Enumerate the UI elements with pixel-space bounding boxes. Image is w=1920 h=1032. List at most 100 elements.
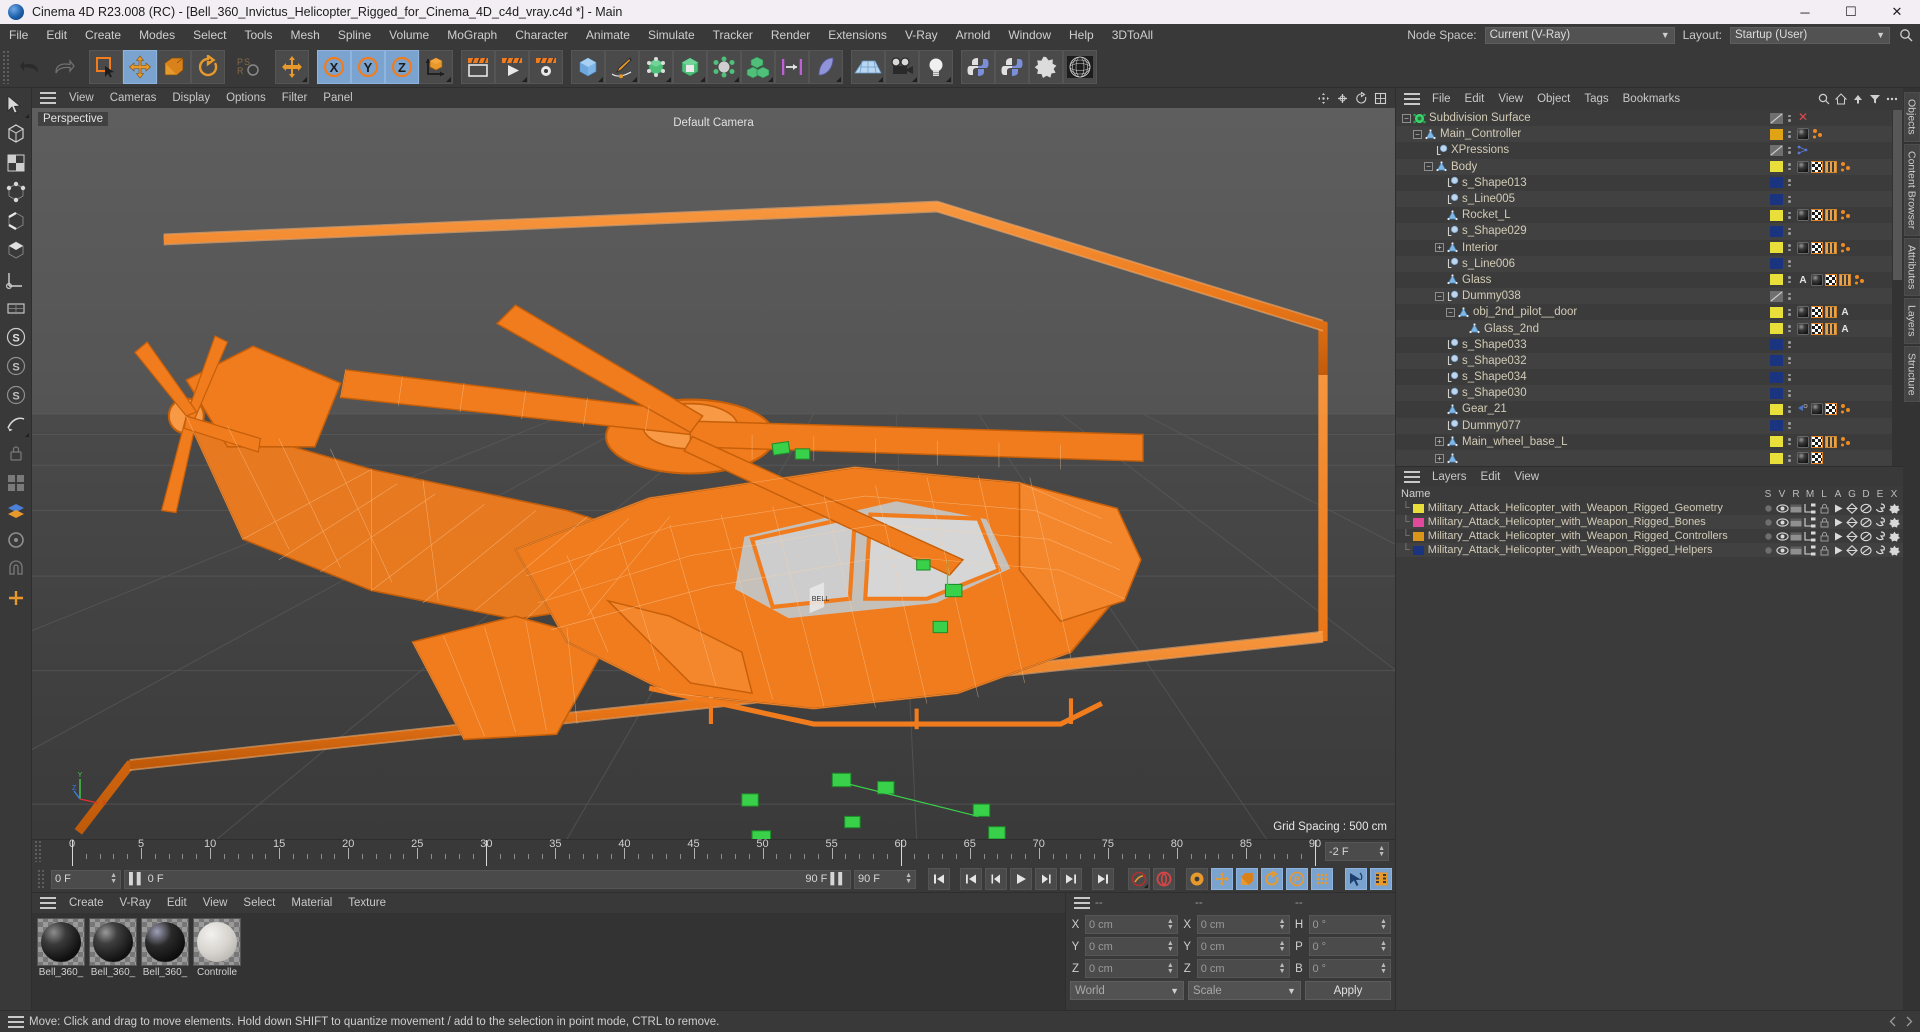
animation-toggle-icon[interactable]: [1831, 530, 1845, 543]
object-layer-swatch[interactable]: [1770, 242, 1783, 254]
object-row[interactable]: Gear_21: [1396, 401, 1903, 417]
timeline-controls-grip[interactable]: [37, 869, 46, 889]
size-field-x[interactable]: 0 cm ▲ ▼: [1196, 915, 1290, 934]
object-layer-swatch[interactable]: [1770, 420, 1783, 432]
tree-toggle-icon[interactable]: +: [1435, 243, 1444, 253]
psr-icon[interactable]: PSR: [233, 50, 267, 84]
material-item[interactable]: Bell_360_: [37, 918, 85, 978]
layer-icon[interactable]: [2, 497, 30, 525]
visible-toggle-icon[interactable]: [1775, 544, 1789, 557]
texture-mode-icon[interactable]: [2, 149, 30, 177]
tag-checker[interactable]: [1811, 322, 1823, 335]
menu-arnold[interactable]: Arnold: [947, 24, 1000, 46]
position-field-x[interactable]: 0 cm ▲ ▼: [1085, 915, 1178, 934]
timeline-icon[interactable]: [1370, 868, 1392, 890]
motion-system-icon[interactable]: [1345, 868, 1367, 890]
layer-menu-view[interactable]: View: [1507, 466, 1546, 488]
object-row[interactable]: +: [1396, 449, 1903, 466]
visibility-dots-icon[interactable]: [1786, 405, 1793, 413]
lock-toggle-icon[interactable]: [1817, 502, 1831, 515]
quantize-s-icon[interactable]: S: [2, 352, 30, 380]
menu-file[interactable]: File: [0, 24, 37, 46]
spinner-icon[interactable]: ▲ ▼: [1161, 918, 1174, 931]
spinner-icon[interactable]: ▲ ▼: [899, 872, 912, 885]
up-level-icon[interactable]: [1852, 93, 1864, 105]
material-item[interactable]: Bell_360_: [141, 918, 189, 978]
object-tags[interactable]: [1793, 403, 1903, 416]
tree-toggle-icon[interactable]: +: [1435, 453, 1444, 463]
object-tags[interactable]: [1793, 160, 1903, 173]
tag-uv[interactable]: [1825, 241, 1837, 254]
object-tags[interactable]: A: [1793, 273, 1903, 286]
tag-uv[interactable]: [1839, 273, 1851, 286]
status-collapse-icon[interactable]: [1888, 1016, 1899, 1027]
visibility-dots-icon[interactable]: [1786, 211, 1793, 219]
xref-toggle-icon[interactable]: [1887, 530, 1901, 543]
object-layer-swatch[interactable]: [1770, 403, 1783, 415]
point-mode-icon[interactable]: [2, 178, 30, 206]
layer-color-swatch[interactable]: [1412, 517, 1424, 527]
menu-3dtoall[interactable]: 3DToAll: [1103, 24, 1162, 46]
material-item[interactable]: Controlle: [193, 918, 241, 978]
tag-checker[interactable]: [1825, 273, 1837, 286]
material-grid[interactable]: Bell_360_ Bell_360_ Bell_360_ Controlle: [32, 913, 1065, 1010]
spinner-icon[interactable]: ▲ ▼: [1161, 962, 1174, 975]
model-mode-icon[interactable]: [2, 120, 30, 148]
lock-toggle-icon[interactable]: [1817, 530, 1831, 543]
visible-toggle-icon[interactable]: [1775, 502, 1789, 515]
motion-clip-icon[interactable]: [775, 49, 809, 84]
tab-content-browser[interactable]: Content Browser: [1903, 143, 1920, 236]
menu-tracker[interactable]: Tracker: [704, 24, 762, 46]
layout-select[interactable]: Startup (User) ▼: [1730, 26, 1890, 44]
live-selection-icon[interactable]: [2, 91, 30, 119]
object-tags[interactable]: A: [1793, 322, 1903, 335]
live-selection-icon[interactable]: [89, 49, 123, 84]
generator-toggle-icon[interactable]: [1845, 516, 1859, 529]
solo-toggle-icon[interactable]: [1761, 544, 1775, 557]
object-layer-swatch[interactable]: [1770, 306, 1783, 318]
mograph-icon[interactable]: [741, 49, 775, 84]
tree-toggle-icon[interactable]: −: [1446, 307, 1455, 317]
spinner-icon[interactable]: ▲ ▼: [1374, 962, 1387, 975]
object-row[interactable]: s_Shape029: [1396, 223, 1903, 240]
keyframe-settings-icon[interactable]: [1186, 868, 1208, 890]
viewport-3d[interactable]: BELL Perspective Default Camera Grid Spa…: [32, 108, 1395, 839]
tree-toggle-icon[interactable]: −: [1402, 113, 1411, 123]
point-level-key-icon[interactable]: [1311, 868, 1333, 890]
object-row[interactable]: s_Shape013: [1396, 175, 1903, 191]
tree-toggle-icon[interactable]: −: [1413, 129, 1422, 139]
frame-range-bar[interactable]: ▌▌ 0 F 90 F ▌▌: [124, 869, 851, 889]
xref-toggle-icon[interactable]: [1887, 502, 1901, 515]
object-row[interactable]: − Body: [1396, 158, 1903, 175]
visibility-dots-icon[interactable]: [1786, 227, 1793, 235]
expression-toggle-icon[interactable]: [1873, 530, 1887, 543]
menu-animate[interactable]: Animate: [577, 24, 639, 46]
coordinate-space-select[interactable]: World ▼: [1070, 981, 1184, 1000]
tag-material-sphere[interactable]: [1797, 209, 1809, 222]
viewport-menu-options[interactable]: Options: [218, 88, 274, 108]
tag-material-sphere[interactable]: [1797, 306, 1809, 319]
layer-row[interactable]: └ Military_Attack_Helicopter_with_Weapon_…: [1396, 515, 1903, 529]
render-settings-icon[interactable]: [529, 49, 563, 84]
layer-menu-layers[interactable]: Layers: [1425, 466, 1474, 488]
coordinates-menu-icon[interactable]: [1074, 897, 1090, 909]
close-button[interactable]: ✕: [1874, 0, 1920, 24]
render-view-icon[interactable]: [461, 49, 495, 84]
visibility-dots-icon[interactable]: [1786, 244, 1793, 252]
object-tags[interactable]: [1793, 435, 1903, 448]
measure-icon[interactable]: [2, 410, 30, 438]
object-menu-file[interactable]: File: [1425, 88, 1458, 110]
python-icon[interactable]: [961, 49, 995, 84]
search-icon[interactable]: [1898, 27, 1914, 43]
menu-volume[interactable]: Volume: [380, 24, 438, 46]
tag-letter-A[interactable]: A: [1797, 274, 1809, 286]
axis-z-icon[interactable]: Z: [385, 49, 419, 84]
render-region-icon[interactable]: [2, 526, 30, 554]
object-row[interactable]: s_Line006: [1396, 255, 1903, 272]
spinner-icon[interactable]: ▲ ▼: [1273, 940, 1286, 953]
object-layer-swatch[interactable]: [1770, 274, 1783, 286]
visibility-dots-icon[interactable]: [1786, 341, 1793, 349]
object-row[interactable]: − obj_2nd_pilot__door A: [1396, 304, 1903, 320]
expression-toggle-icon[interactable]: [1873, 516, 1887, 529]
end-frame-field[interactable]: 90 F ▲ ▼: [854, 869, 916, 889]
